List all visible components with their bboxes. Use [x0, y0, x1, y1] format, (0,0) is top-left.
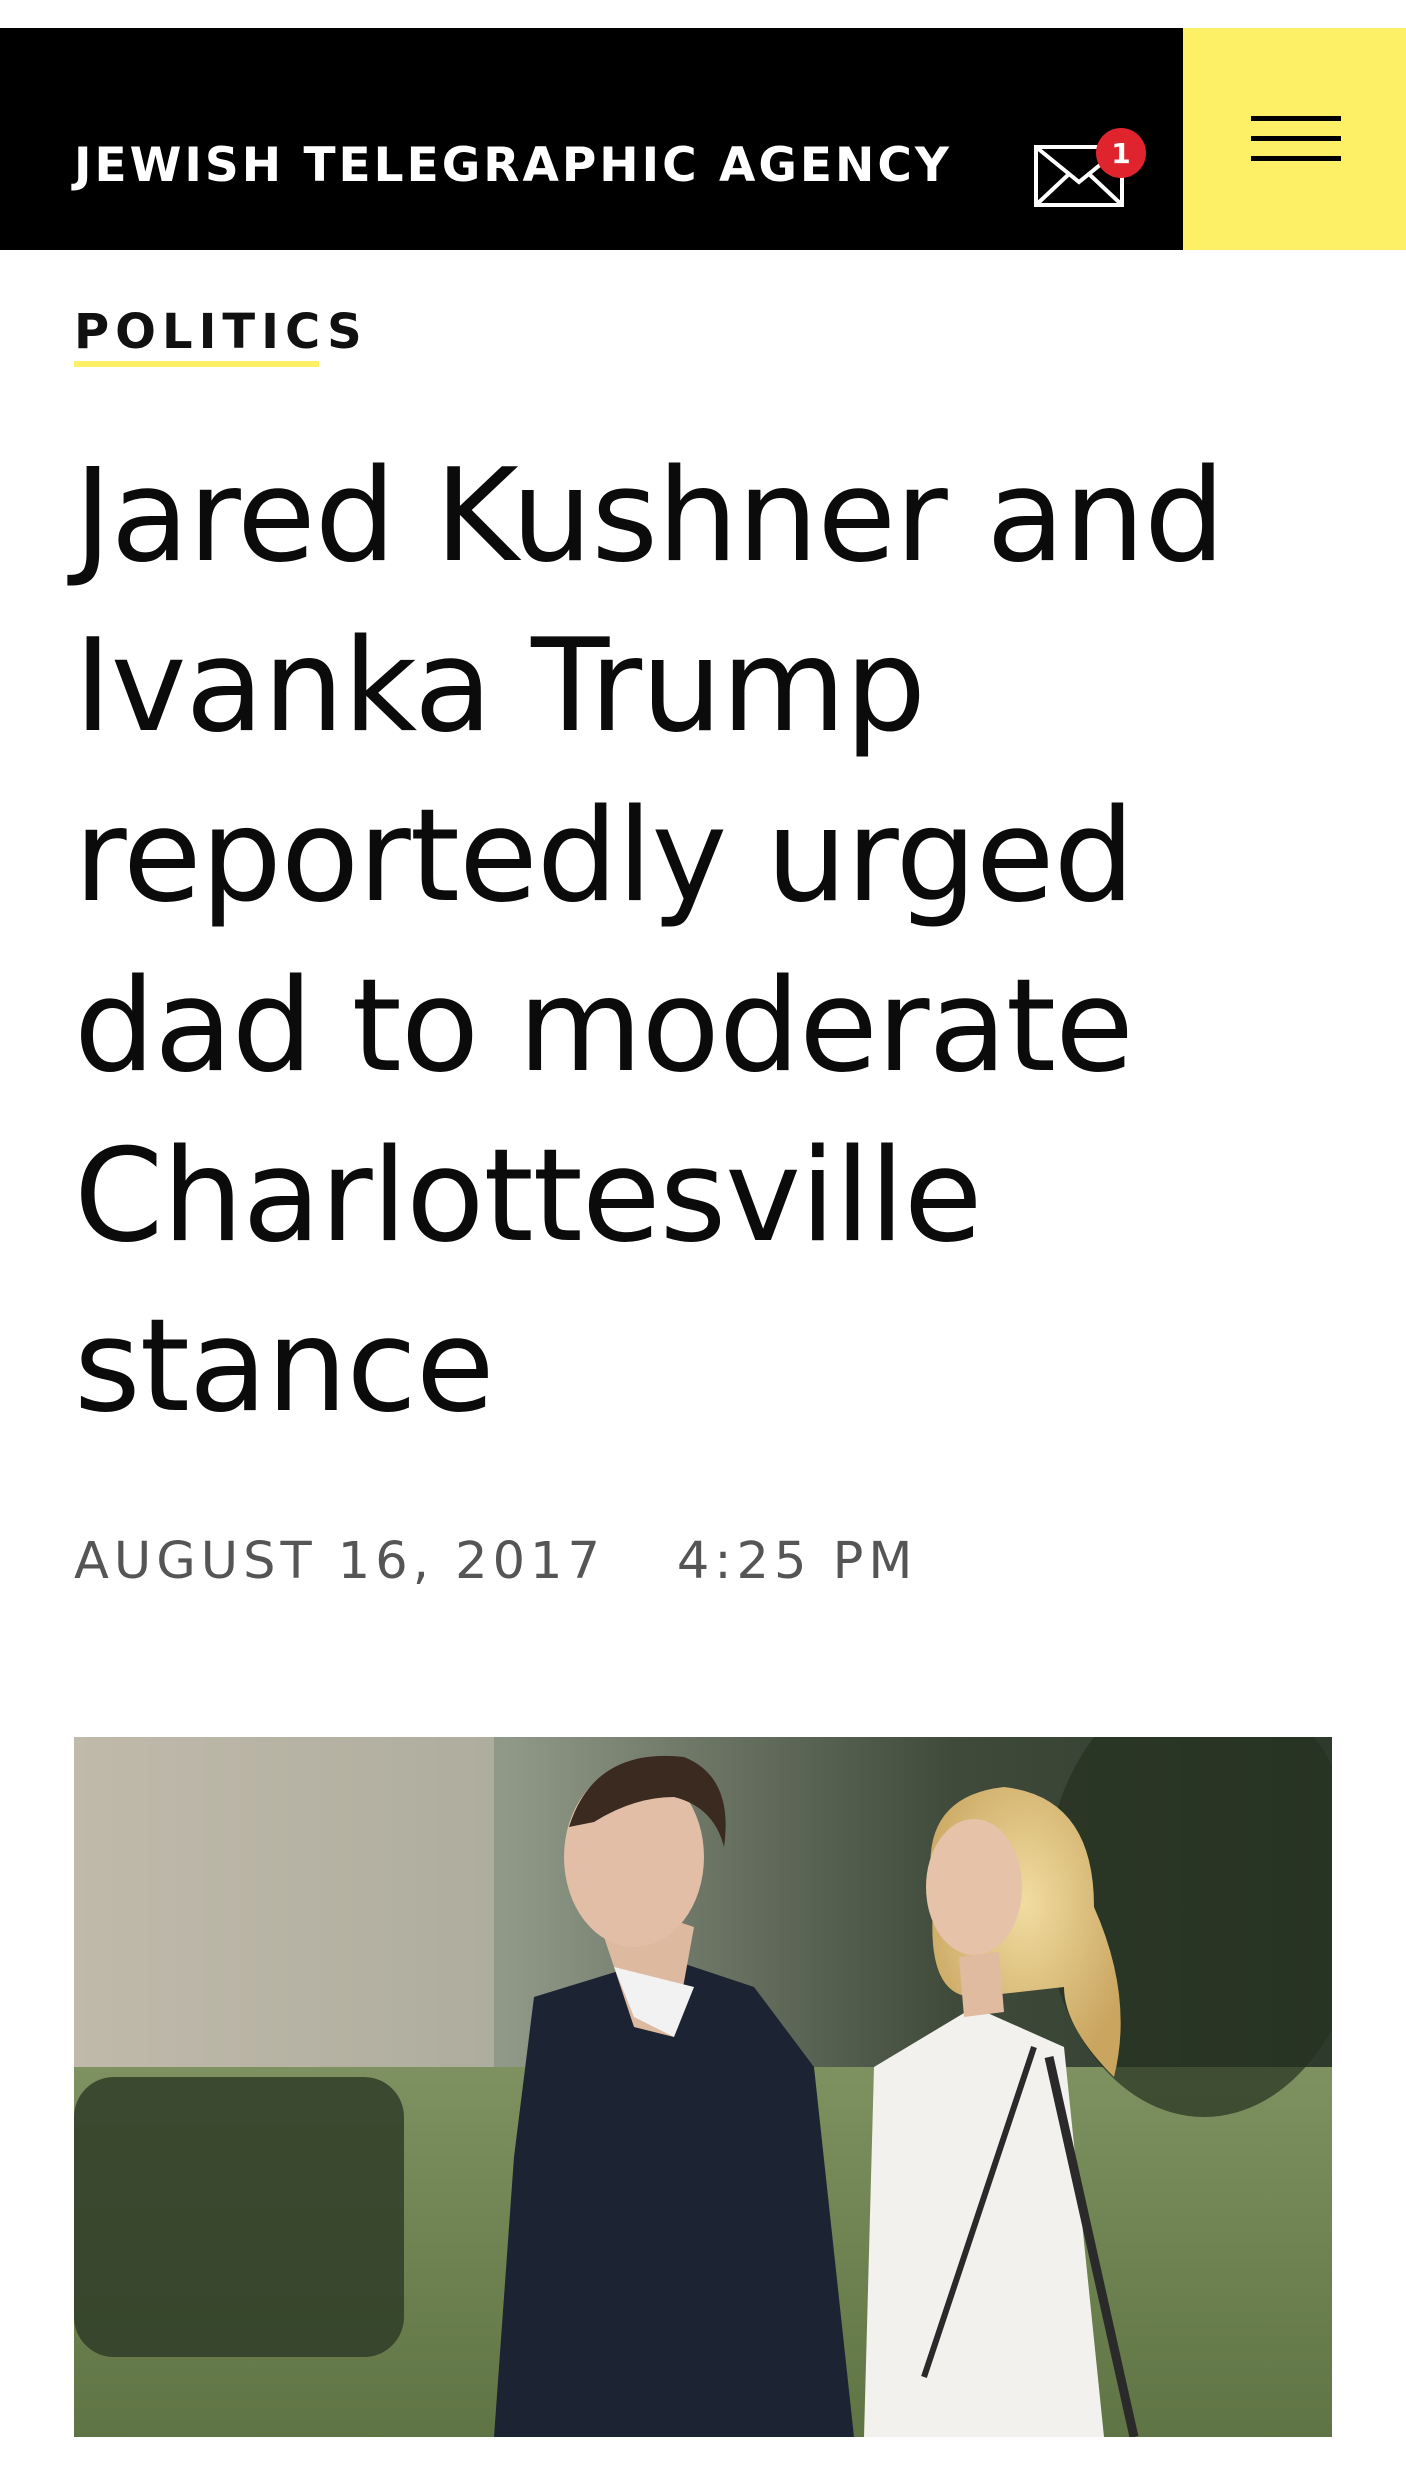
- menu-button[interactable]: [1183, 28, 1406, 250]
- category-underline: [74, 361, 319, 367]
- hamburger-menu-icon-bar: [1251, 156, 1341, 161]
- publish-date: AUGUST 16, 2017: [74, 1532, 605, 1591]
- notification-badge: 1: [1096, 128, 1146, 178]
- hamburger-menu-icon: [1251, 116, 1341, 121]
- site-header: JEWISH TELEGRAPHIC AGENCY 1: [0, 28, 1406, 250]
- hamburger-menu-icon-bar: [1251, 136, 1341, 141]
- header-bar: JEWISH TELEGRAPHIC AGENCY 1: [0, 28, 1183, 250]
- article-photo-image: [74, 1737, 1332, 2437]
- category-link[interactable]: POLITICS: [74, 308, 368, 356]
- article-photo: [74, 1737, 1332, 2437]
- article-headline: Jared Kushner and Ivanka Trump reportedl…: [74, 442, 1225, 1441]
- article-page: JEWISH TELEGRAPHIC AGENCY 1 POLITICS Jar…: [0, 0, 1406, 2474]
- article-meta: AUGUST 16, 2017 4:25 PM: [74, 1536, 917, 1587]
- publish-time: 4:25 PM: [676, 1532, 918, 1591]
- site-logo[interactable]: JEWISH TELEGRAPHIC AGENCY: [74, 142, 952, 189]
- newsletter-button[interactable]: 1: [1025, 128, 1150, 218]
